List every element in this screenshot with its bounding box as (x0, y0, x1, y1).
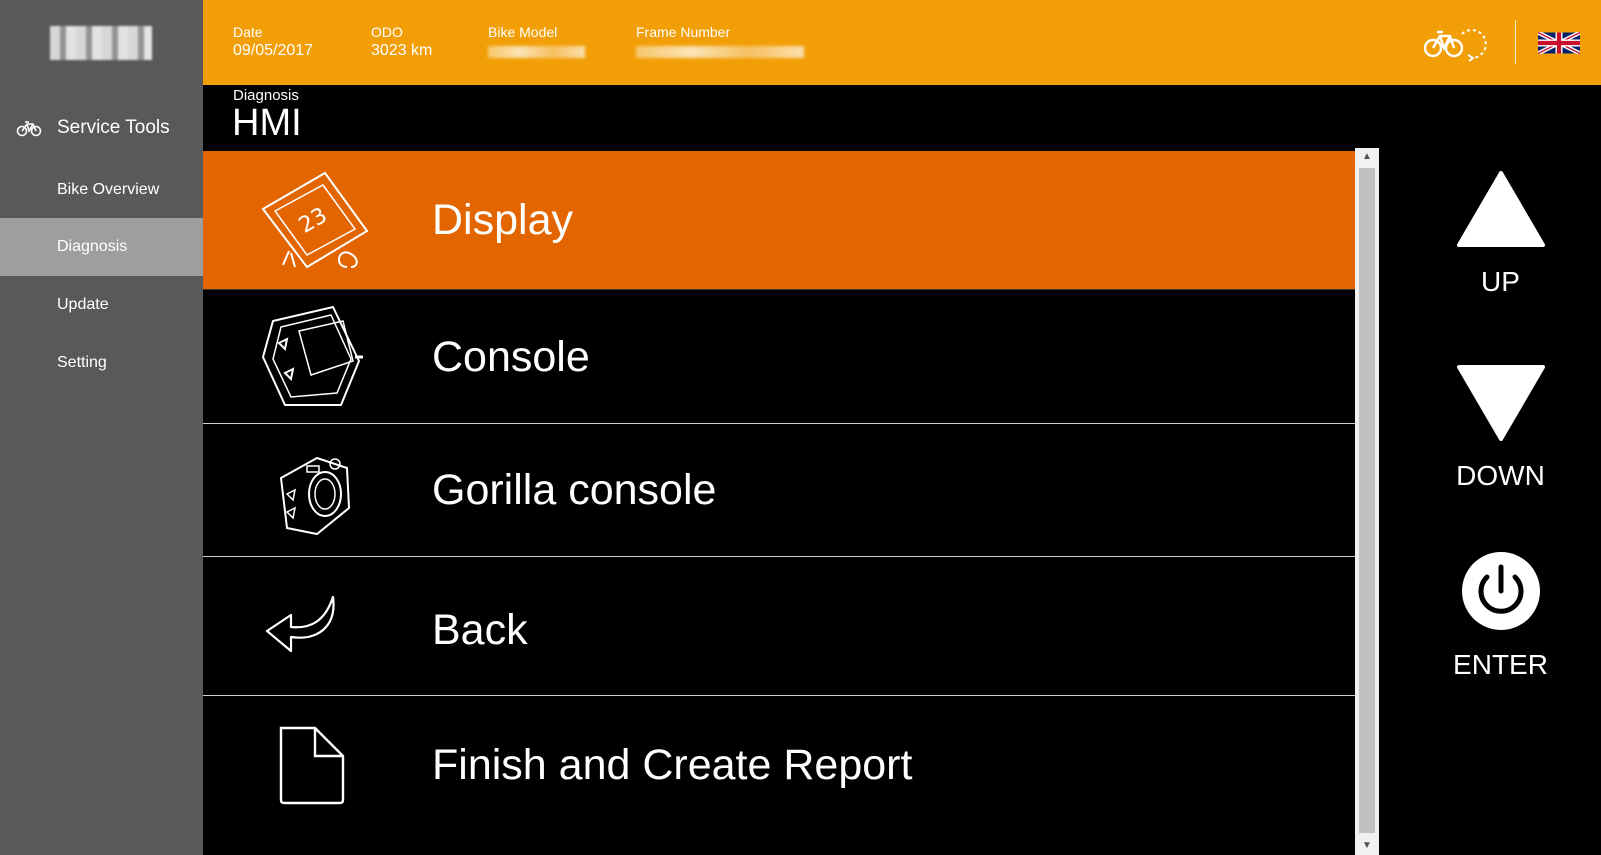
up-triangle-icon (1456, 171, 1545, 247)
list-scrollbar[interactable]: ▲ ▼ (1355, 148, 1379, 855)
scroll-up-arrow-icon[interactable]: ▲ (1355, 148, 1379, 166)
down-triangle-icon (1456, 365, 1545, 441)
odo-value: 3023 km (371, 42, 433, 59)
sidebar-item-diagnosis[interactable]: Diagnosis (0, 218, 203, 276)
sidebar-section-label: Service Tools (57, 117, 170, 138)
menu-item-label: Display (432, 195, 573, 244)
sidebar: Service Tools Bike Overview Diagnosis Up… (0, 0, 203, 855)
date-label: Date (233, 24, 263, 40)
sidebar-item-label: Update (57, 296, 109, 313)
navigation-controls: UP DOWN ENTER (1400, 148, 1601, 855)
menu-item-label: Gorilla console (432, 465, 717, 514)
up-label: UP (1481, 266, 1520, 297)
header-bar: Date 09/05/2017 ODO 3023 km Bike Model F… (203, 0, 1601, 85)
menu-item-back[interactable]: Back (203, 565, 1355, 696)
menu-item-label: Finish and Create Report (432, 741, 913, 789)
bicycle-icon (16, 121, 42, 137)
bike-connection-icon[interactable] (1422, 22, 1494, 62)
menu-item-display[interactable]: 23 Display (203, 151, 1355, 290)
down-label: DOWN (1456, 460, 1545, 491)
frame-number-value-redacted (636, 46, 804, 58)
menu-item-console[interactable]: Console (203, 291, 1355, 424)
scrollbar-thumb[interactable] (1359, 168, 1375, 833)
sidebar-section-service-tools[interactable]: Service Tools (0, 108, 203, 148)
sidebar-item-bike-overview[interactable]: Bike Overview (0, 161, 203, 219)
menu-item-label: Back (432, 605, 528, 654)
sidebar-item-update[interactable]: Update (0, 276, 203, 334)
svg-text:23: 23 (295, 203, 332, 239)
gorilla-console-icon (279, 456, 351, 536)
enter-button[interactable]: ENTER (1400, 551, 1601, 681)
sidebar-item-label: Bike Overview (57, 181, 160, 198)
menu-item-label: Console (432, 332, 590, 381)
down-button[interactable]: DOWN (1400, 364, 1601, 492)
back-arrow-icon (265, 595, 335, 653)
odo-label: ODO (371, 24, 403, 40)
document-icon (279, 726, 345, 805)
enter-label: ENTER (1453, 649, 1548, 680)
console-device-icon (261, 305, 363, 406)
menu-list: 23 Display Console Gorilla console Back … (203, 148, 1355, 855)
power-icon (1461, 552, 1540, 630)
frame-number-label: Frame Number (636, 24, 731, 40)
display-device-icon: 23 (261, 171, 369, 269)
uk-flag-icon[interactable] (1538, 32, 1580, 54)
date-field: Date 09/05/2017 (233, 24, 313, 61)
frame-number-field: Frame Number (636, 24, 804, 58)
bike-model-label: Bike Model (488, 24, 558, 40)
menu-item-gorilla-console[interactable]: Gorilla console (203, 424, 1355, 557)
bike-model-value-redacted (488, 46, 585, 58)
header-divider (1515, 20, 1516, 64)
sidebar-item-label: Setting (57, 354, 107, 371)
sidebar-item-setting[interactable]: Setting (0, 334, 203, 392)
up-button[interactable]: UP (1400, 170, 1601, 298)
menu-item-finish-report[interactable]: Finish and Create Report (203, 696, 1355, 835)
scroll-down-arrow-icon[interactable]: ▼ (1355, 837, 1379, 855)
date-value: 09/05/2017 (233, 42, 314, 59)
sidebar-item-label: Diagnosis (57, 238, 128, 255)
page-title: HMI (232, 102, 302, 144)
brand-logo (50, 26, 152, 60)
bike-model-field: Bike Model (488, 24, 585, 58)
odo-field: ODO 3023 km (371, 24, 432, 61)
